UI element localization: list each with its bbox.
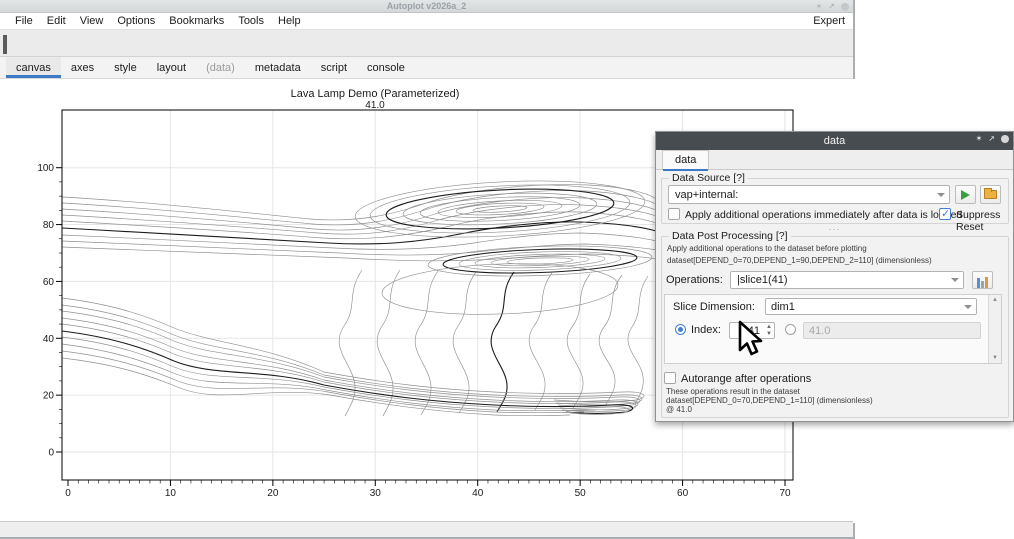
tab-axes[interactable]: axes (61, 57, 104, 78)
expert-mode-label[interactable]: Expert (813, 13, 845, 30)
operations-dropdown-icon[interactable] (951, 278, 959, 282)
statusbar (0, 521, 853, 537)
data-dialog-window: data ✶ ↗ data Data Source [?] vap+intern… (655, 131, 1014, 422)
dialog-uri-input[interactable]: vap+internal: (668, 185, 950, 204)
svg-text:20: 20 (43, 391, 55, 402)
main-tabbar: canvasaxesstylelayout(data)metadatascrip… (0, 57, 853, 79)
apply-operations-checkbox[interactable] (668, 208, 680, 220)
tab-metadata[interactable]: metadata (245, 57, 311, 78)
svg-text:0: 0 (65, 488, 71, 499)
window-menu-icon[interactable] (1001, 135, 1009, 143)
tab-layout[interactable]: layout (147, 57, 196, 78)
operations-label: Operations: (666, 274, 723, 286)
result-line-2: dataset[DEPEND_0=70,DEPEND_1=110] (dimen… (666, 396, 873, 405)
main-window-title: Autoplot v2026a_2 (387, 1, 467, 11)
svg-text:100: 100 (37, 163, 54, 174)
svg-text:0: 0 (48, 448, 54, 459)
svg-text:50: 50 (575, 488, 587, 499)
resize-icon[interactable]: ↗ (828, 0, 835, 13)
svg-text:10: 10 (165, 488, 177, 499)
result-line-1: These operations result in the dataset (666, 387, 800, 396)
menu-bookmarks[interactable]: Bookmarks (162, 15, 231, 27)
slice-panel: Slice Dimension: dim1 Index: 41 ▲▼ 41.0 … (664, 294, 1002, 364)
resize-icon[interactable]: ↗ (988, 132, 995, 145)
menu-file[interactable]: File (8, 15, 40, 27)
scroll-up-icon[interactable]: ▲ (989, 297, 1001, 303)
menu-edit[interactable]: Edit (40, 15, 73, 27)
slice-dimension-select[interactable]: dim1 (765, 298, 977, 315)
dialog-tabrow: data (656, 150, 1013, 170)
operations-input[interactable]: |slice1(41) (730, 271, 964, 289)
mouse-cursor-icon (736, 320, 764, 358)
plot-title: Lava Lamp Demo (Parameterized) (291, 88, 460, 100)
menu-items: FileEditViewOptionsBookmarksToolsHelp (8, 15, 308, 27)
dialog-titlebar[interactable]: data ✶ ↗ (656, 132, 1013, 150)
uri-dropdown-icon[interactable] (937, 193, 945, 197)
dialog-tab-data[interactable]: data (662, 150, 709, 170)
svg-text:40: 40 (43, 334, 55, 345)
tab-style[interactable]: style (104, 57, 147, 78)
scroll-down-icon[interactable]: ▼ (989, 355, 1001, 361)
tab-canvas[interactable]: canvas (6, 57, 61, 78)
play-icon (961, 190, 970, 200)
post-processing-legend: Data Post Processing [?] (669, 230, 791, 242)
post-processing-desc: Apply additional operations to the datas… (667, 244, 867, 253)
folder-icon (984, 190, 997, 199)
main-window-titlebar[interactable]: Autoplot v2026a_2 ✶ ↗ (0, 0, 853, 13)
dialog-title: data (824, 135, 845, 147)
svg-text:60: 60 (43, 277, 55, 288)
svg-text:20: 20 (267, 488, 279, 499)
svg-text:80: 80 (43, 220, 55, 231)
spinner-arrows-icon[interactable]: ▲▼ (766, 324, 772, 338)
menubar: FileEditViewOptionsBookmarksToolsHelp Ex… (0, 13, 853, 30)
menu-view[interactable]: View (73, 15, 111, 27)
data-source-legend: Data Source [?] (669, 172, 748, 184)
uri-editor-toggle-icon[interactable] (3, 36, 11, 50)
menu-options[interactable]: Options (110, 15, 162, 27)
result-line-3: @ 41.0 (666, 405, 692, 414)
screenshot-stage: Autoplot v2026a_2 ✶ ↗ FileEditViewOption… (0, 0, 1014, 539)
tab-data[interactable]: (data) (196, 57, 245, 78)
tab-script[interactable]: script (311, 57, 357, 78)
pin-icon[interactable]: ✶ (816, 0, 823, 13)
index-radio[interactable] (675, 324, 686, 335)
value-radio[interactable] (785, 324, 796, 335)
pin-icon[interactable]: ✶ (976, 132, 983, 145)
address-toolbar: vap+internal: (0, 30, 853, 57)
dialog-open-file-button[interactable] (980, 185, 1001, 204)
index-label: Index: (691, 324, 721, 336)
suppress-reset-checkbox[interactable] (939, 208, 951, 220)
autorange-checkbox[interactable] (664, 372, 676, 384)
menu-help[interactable]: Help (271, 15, 308, 27)
svg-text:30: 30 (370, 488, 382, 499)
menu-tools[interactable]: Tools (231, 15, 271, 27)
operations-filter-button[interactable] (972, 271, 993, 289)
svg-text:70: 70 (779, 488, 791, 499)
apply-operations-label: Apply additional operations immediately … (685, 209, 962, 221)
slice-dimension-label: Slice Dimension: (673, 301, 755, 313)
dialog-go-button[interactable] (955, 185, 976, 204)
svg-text:60: 60 (677, 488, 689, 499)
index-value-field: 41.0 (803, 322, 981, 339)
slice-scrollbar[interactable]: ▲ ▼ (988, 295, 1001, 363)
plot-subtitle: 41.0 (365, 100, 385, 111)
contour-lines (62, 174, 656, 416)
tab-console[interactable]: console (357, 57, 415, 78)
slice-dimension-dropdown-icon[interactable] (964, 305, 972, 309)
svg-text:40: 40 (472, 488, 484, 499)
dataset-info: dataset[DEPEND_0=70,DEPEND_1=90,DEPEND_2… (667, 256, 932, 265)
autorange-label: Autorange after operations (681, 373, 811, 385)
window-menu-icon[interactable] (841, 3, 849, 11)
